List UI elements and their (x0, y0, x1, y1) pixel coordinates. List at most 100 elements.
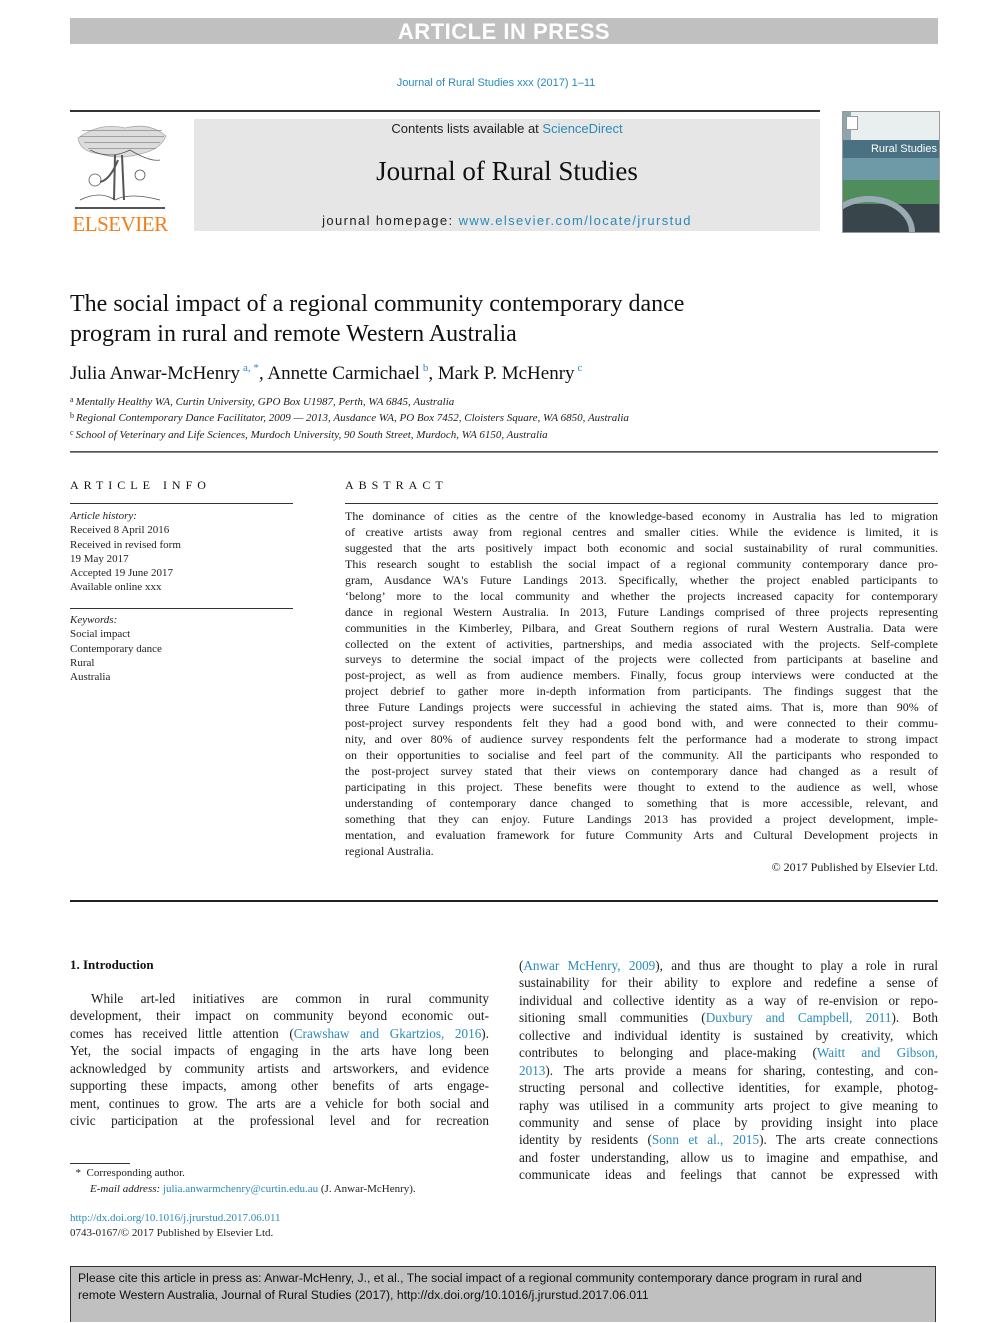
history-entry: Available online xxx (70, 581, 162, 594)
body-line: supporting these impacts, among other be… (70, 1077, 489, 1094)
affiliation-text: School of Veterinary and Life Sciences, … (75, 428, 548, 441)
body-line: raphy was utilised in a community arts p… (519, 1097, 938, 1114)
abstract-copyright: © 2017 Published by Elsevier Ltd. (771, 860, 938, 874)
abstract-line: project debrief to gather more in-depth … (345, 684, 938, 699)
history-entry: Accepted 19 June 2017 (70, 567, 173, 580)
body-text: ), and thus are thought to play a role i… (655, 958, 938, 973)
footnote-marker: * (75, 1167, 82, 1179)
history-entry: 19 May 2017 (70, 552, 129, 565)
affiliation-key: c (70, 427, 74, 437)
journal-homepage-line: journal homepage: www.elsevier.com/locat… (194, 213, 820, 228)
body-line: individual and collective identity as a … (519, 992, 938, 1009)
body-text: supporting these impacts, among other be… (70, 1078, 489, 1094)
body-text: ). Both (891, 1010, 938, 1026)
article-title: The social impact of a regional communit… (70, 289, 830, 349)
citation-link[interactable]: Sonn et al., 2015 (652, 1132, 759, 1147)
keywords-list: Social impact Contemporary dance Rural Aust… (70, 627, 293, 684)
abstract-line: understanding of contemporary dance chan… (345, 795, 938, 810)
body-text: and foster understanding, allow us to im… (519, 1149, 938, 1165)
author-separator: , (428, 363, 438, 384)
abstract-line: collected on the extent of activities, p… (345, 636, 938, 651)
affiliation-key: b (70, 411, 74, 421)
author-list: Julia Anwar-McHenry a, *, Annette Carmich… (70, 362, 830, 385)
body-text: collective and individual identity is su… (519, 1027, 938, 1043)
doi-block: http://dx.doi.org/10.1016/j.jrurstud.201… (70, 1211, 490, 1240)
journal-reference[interactable]: Journal of Rural Studies xxx (2017) 1–11 (0, 77, 992, 89)
body-line: acknowledged by community artists and ar… (70, 1060, 489, 1077)
article-history-label: Article history: (70, 510, 137, 522)
keyword-item: Australia (70, 671, 111, 684)
abstract-line: communities in the Kimberley, Pilbara, a… (345, 620, 938, 635)
abstract-bottom-divider (70, 900, 938, 902)
footnote: * Corresponding author. E-mail address: … (70, 1166, 490, 1197)
abstract-line: the post-project survey stated that thei… (345, 764, 938, 778)
body-line: While art-led initiatives are common in … (70, 990, 489, 1007)
title-line-2: program in rural and remote Western Aust… (70, 321, 517, 347)
elsevier-wordmark[interactable]: ELSEVIER (70, 212, 170, 237)
body-text: comes has received little attention ( (70, 1025, 294, 1041)
body-text: ). The arts provide a means for sharing,… (545, 1062, 938, 1078)
author-affiliation-marker[interactable]: a, * (243, 362, 259, 374)
citation-link[interactable]: Crawshaw and Gkartzios, 2016 (294, 1026, 482, 1041)
abstract-heading: ABSTRACT (345, 478, 448, 492)
header-rule (70, 110, 820, 112)
keywords-label: Keywords: (70, 614, 118, 626)
email-label: E-mail address: (90, 1182, 161, 1195)
contents-available-line: Contents lists available at ScienceDirec… (194, 121, 820, 136)
body-line: 2013). The arts provide a means for shar… (519, 1062, 938, 1079)
cover-elsevier-logo-icon (846, 116, 858, 130)
author-name: Julia Anwar-McHenry (70, 363, 241, 384)
author-name: Annette Carmichael (267, 363, 420, 384)
body-text: structing personal and collective identi… (519, 1080, 938, 1096)
abstract-line: suggested that the arts positively impac… (345, 540, 938, 555)
keyword-item: Social impact (70, 628, 131, 641)
body-text: sustainability for their ability to expl… (519, 975, 938, 991)
abstract-line: nity, and over 80% of audience survey re… (345, 732, 938, 747)
journal-homepage-link[interactable]: www.elsevier.com/locate/jrurstud (459, 213, 692, 228)
citation-link[interactable]: 2013 (519, 1063, 545, 1078)
body-text: sitioning small communities ( (519, 1010, 706, 1026)
citation-link[interactable]: Waitt and Gibson, (817, 1045, 938, 1060)
journal-cover-thumbnail[interactable]: Rural Studies (842, 111, 940, 233)
affiliation-item: c School of Veterinary and Life Sciences,… (70, 426, 870, 442)
body-text: raphy was utilised in a community arts p… (519, 1097, 938, 1113)
body-text: Yet, the social impacts of engaging in t… (70, 1043, 489, 1059)
citation-link[interactable]: Duxbury and Campbell, 2011 (706, 1010, 892, 1025)
keyword-item: Rural (70, 656, 95, 669)
body-line: contributes to belonging and place-makin… (519, 1044, 938, 1061)
body-line: sitioning small communities (Duxbury and… (519, 1009, 938, 1026)
affiliation-item: a Mentally Healthy WA, Curtin University,… (70, 393, 870, 409)
body-line: and foster understanding, allow us to im… (519, 1149, 938, 1166)
email-line: E-mail address: julia.anwarmchenry@curti… (70, 1182, 490, 1198)
body-text: individual and collective identity as a … (519, 992, 938, 1008)
cover-sky (843, 158, 939, 180)
cover-title: Rural Studies (843, 140, 939, 158)
body-text: community and sense of place by providin… (519, 1114, 938, 1130)
sciencedirect-link[interactable]: ScienceDirect (542, 121, 622, 136)
abstract-line: surveys to determine the social impact o… (345, 652, 938, 667)
article-history-list: Received 8 April 2016 Received in revised… (70, 523, 293, 594)
body-text: contributes to belonging and place-makin… (519, 1045, 817, 1061)
history-entry: Received in revised form (70, 538, 181, 551)
homepage-prefix: journal homepage: (322, 213, 459, 228)
corresponding-author-note: * Corresponding author. (70, 1166, 490, 1182)
body-text: ment, continues to grow. The arts are a … (70, 1095, 489, 1111)
body-text: development, their impact on community b… (70, 1008, 489, 1024)
abstract-line: of creative artists away from regional c… (345, 524, 938, 539)
citation-line-2: remote Western Australia, Journal of Rur… (78, 1287, 649, 1302)
doi-link[interactable]: http://dx.doi.org/10.1016/j.jrurstud.201… (70, 1211, 490, 1226)
author-affiliation-marker[interactable]: c (578, 362, 583, 374)
affiliation-text: Mentally Healthy WA, Curtin University, … (75, 396, 455, 408)
abstract-line: gram, Ausdance WA's Future Landings 2013… (345, 572, 938, 587)
affiliation-item: b Regional Contemporary Dance Facilitator… (70, 409, 870, 425)
email-link[interactable]: julia.anwarmchenry@curtin.edu.au (163, 1183, 318, 1195)
keywords-block: Keywords: Social impact Contemporary danc… (70, 613, 293, 684)
citation-link[interactable]: Anwar McHenry, 2009 (523, 958, 655, 973)
body-text: ). The arts create connections (759, 1132, 939, 1148)
corresponding-author-label: Corresponding author. (86, 1167, 185, 1179)
abstract-line: ‘belong’ more to the local community and… (345, 588, 938, 603)
history-entry: Received 8 April 2016 (70, 524, 170, 537)
body-text: While art-led initiatives are common in … (91, 991, 489, 1006)
body-line: development, their impact on community b… (70, 1007, 489, 1024)
abstract-line: mentation, and evaluation framework for … (345, 827, 938, 842)
